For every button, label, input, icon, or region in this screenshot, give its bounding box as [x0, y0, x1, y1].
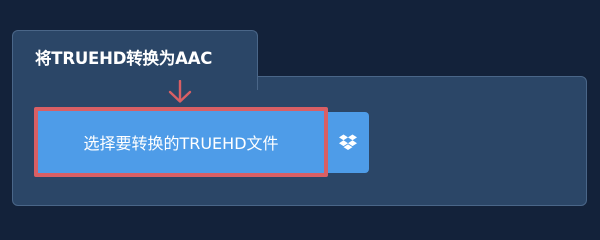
choose-file-button[interactable]: 选择要转换的TRUEHD文件 [38, 111, 324, 173]
dropbox-button[interactable] [326, 112, 369, 173]
dropbox-icon [338, 134, 357, 150]
choose-file-label: 选择要转换的TRUEHD文件 [83, 134, 279, 153]
tab-title: 将TRUEHD转换为AAC [35, 49, 213, 68]
converter-tab: 将TRUEHD转换为AAC [12, 30, 258, 90]
arrow-down-icon [168, 80, 192, 103]
